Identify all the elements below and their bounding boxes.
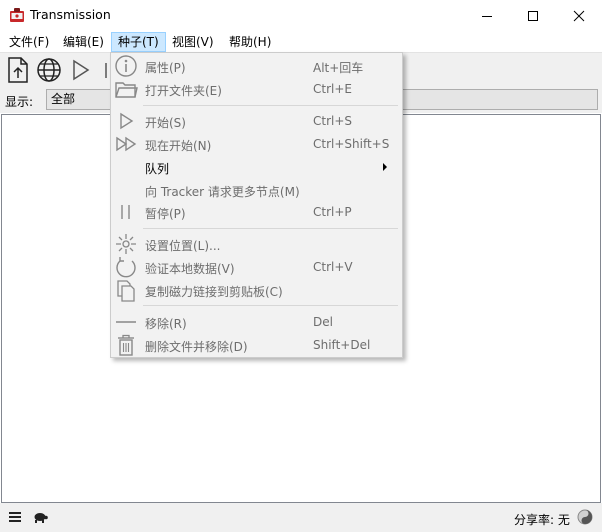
menu-edit[interactable]: 编辑(E) xyxy=(57,32,110,52)
menu-item-verify[interactable]: 验证本地数据(V) Ctrl+V xyxy=(111,256,402,278)
start-icon xyxy=(73,59,90,81)
menu-bar: 文件(F) 编辑(E) 种子(T) 视图(V) 帮助(H) xyxy=(0,31,602,52)
menu-item-open-folder[interactable]: 打开文件夹(E) Ctrl+E xyxy=(111,78,402,100)
menu-item-shortcut: Ctrl+S xyxy=(313,114,353,128)
menu-icon[interactable] xyxy=(8,510,24,524)
menu-item-remove[interactable]: 移除(R) Del xyxy=(111,311,402,333)
menu-item-label: 队列 xyxy=(145,162,170,176)
close-icon xyxy=(573,10,585,21)
menu-item-pause[interactable]: 暂停(P) Ctrl+P xyxy=(111,201,402,223)
trash-icon xyxy=(118,334,134,356)
menu-separator xyxy=(143,105,398,106)
open-url-button[interactable] xyxy=(34,55,64,85)
open-file-button[interactable] xyxy=(4,55,34,85)
pause-icon xyxy=(121,205,130,219)
turtle-icon[interactable] xyxy=(32,510,48,524)
menu-item-shortcut: Ctrl+P xyxy=(313,205,352,219)
fast-forward-icon xyxy=(116,136,137,152)
title-bar: Transmission xyxy=(0,0,602,31)
menu-item-shortcut: Shift+Del xyxy=(313,338,371,352)
maximize-button[interactable] xyxy=(510,0,556,31)
close-button[interactable] xyxy=(556,0,602,31)
menu-item-start[interactable]: 开始(S) Ctrl+S xyxy=(111,110,402,132)
copy-icon xyxy=(117,280,135,302)
menu-item-label: 现在开始(N) xyxy=(145,139,212,153)
start-button[interactable] xyxy=(66,55,96,85)
menu-item-label: 验证本地数据(V) xyxy=(145,262,235,276)
menu-item-label: 暂停(P) xyxy=(145,207,186,221)
menu-item-queue[interactable]: 队列 xyxy=(111,156,402,178)
menu-item-set-location[interactable]: 设置位置(L)... xyxy=(111,233,402,255)
menu-item-label: 打开文件夹(E) xyxy=(145,84,222,98)
menu-item-ask-tracker[interactable]: 向 Tracker 请求更多节点(M) xyxy=(111,179,402,201)
status-bar: 分享率: 无 xyxy=(0,503,602,532)
menu-help[interactable]: 帮助(H) xyxy=(223,32,277,52)
menu-view[interactable]: 视图(V) xyxy=(166,32,220,52)
menu-item-copy-magnet[interactable]: 复制磁力链接到剪贴板(C) xyxy=(111,279,402,302)
folder-icon xyxy=(115,82,138,98)
menu-item-label: 开始(S) xyxy=(145,116,186,130)
window-title: Transmission xyxy=(30,7,111,22)
transmission-app-icon xyxy=(10,8,24,22)
menu-item-label: 复制磁力链接到剪贴板(C) xyxy=(145,285,283,299)
menu-item-shortcut: Ctrl+E xyxy=(313,82,352,96)
menu-separator xyxy=(143,305,398,306)
menu-item-shortcut: Alt+回车 xyxy=(313,61,364,75)
menu-item-label: 属性(P) xyxy=(145,61,186,75)
menu-item-delete-files[interactable]: 删除文件并移除(D) Shift+Del xyxy=(111,334,402,356)
menu-item-shortcut: Ctrl+Shift+S xyxy=(313,137,390,151)
globe-icon xyxy=(37,58,61,82)
ratio-label: 分享率: 无 xyxy=(514,513,570,527)
menu-item-label: 移除(R) xyxy=(145,317,187,331)
menu-item-properties[interactable]: 属性(P) Alt+回车 xyxy=(111,55,402,77)
menu-item-shortcut: Del xyxy=(313,315,333,329)
minimize-icon xyxy=(482,15,492,17)
menu-item-shortcut: Ctrl+V xyxy=(313,260,353,274)
maximize-icon xyxy=(528,10,538,21)
menu-item-label: 向 Tracker 请求更多节点(M) xyxy=(145,185,300,199)
submenu-arrow-icon xyxy=(383,163,387,171)
filter-label: 显示: xyxy=(5,95,34,109)
menu-item-start-now[interactable]: 现在开始(N) Ctrl+Shift+S xyxy=(111,133,402,155)
menu-item-label: 删除文件并移除(D) xyxy=(145,340,248,354)
menu-torrent[interactable]: 种子(T) xyxy=(111,32,166,52)
ratio-icon[interactable] xyxy=(577,509,593,525)
menu-item-label: 设置位置(L)... xyxy=(145,239,221,253)
menu-separator xyxy=(143,228,398,229)
menu-file[interactable]: 文件(F) xyxy=(3,32,55,52)
torrent-menu-dropdown: 属性(P) Alt+回车 打开文件夹(E) Ctrl+E 开始(S) Ctrl+… xyxy=(110,52,403,358)
minimize-button[interactable] xyxy=(464,0,510,31)
open-file-icon xyxy=(8,57,28,83)
